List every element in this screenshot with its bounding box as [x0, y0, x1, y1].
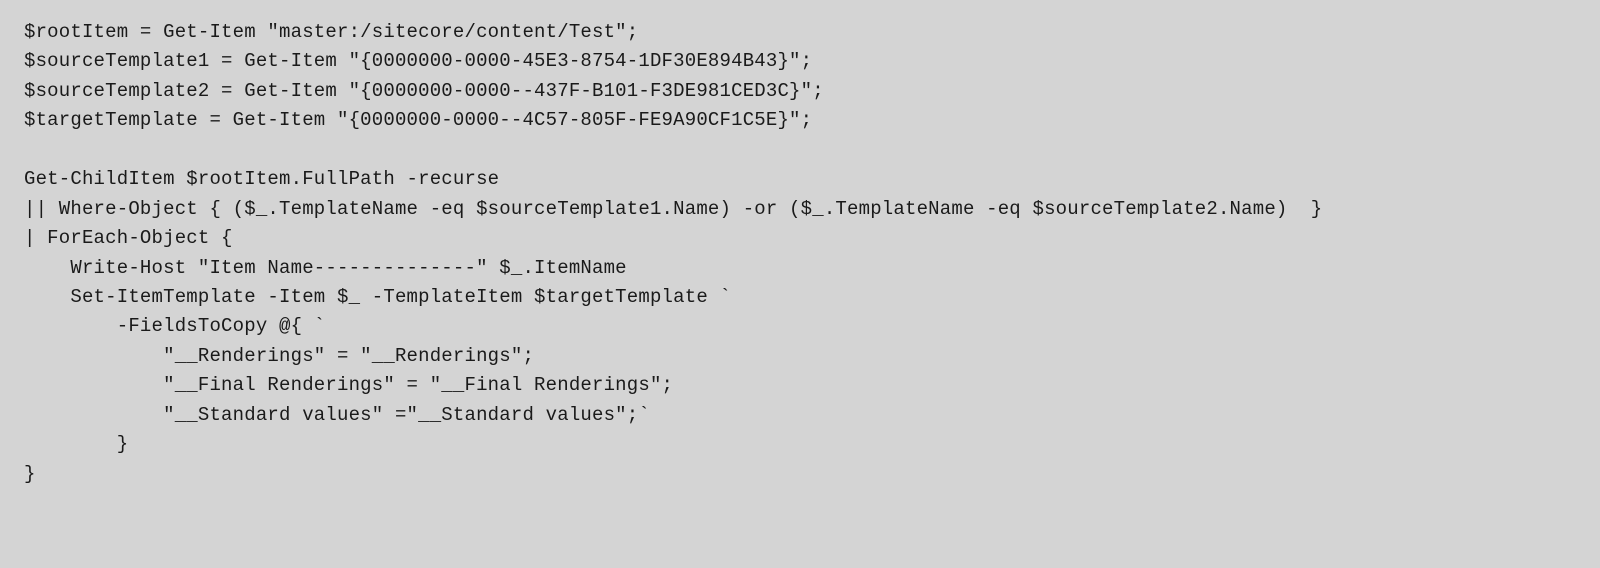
code-line: -FieldsToCopy @{ `	[24, 312, 1576, 341]
code-line: || Where-Object { ($_.TemplateName -eq $…	[24, 195, 1576, 224]
code-line: $rootItem = Get-Item "master:/sitecore/c…	[24, 18, 1576, 47]
code-line: $sourceTemplate1 = Get-Item "{0000000-00…	[24, 47, 1576, 76]
code-line: "__Renderings" = "__Renderings";	[24, 342, 1576, 371]
code-line: $sourceTemplate2 = Get-Item "{0000000-00…	[24, 77, 1576, 106]
code-line: }	[24, 460, 1576, 489]
code-line	[24, 136, 1576, 165]
code-line: | ForEach-Object {	[24, 224, 1576, 253]
code-block: $rootItem = Get-Item "master:/sitecore/c…	[24, 18, 1576, 489]
code-line: Set-ItemTemplate -Item $_ -TemplateItem …	[24, 283, 1576, 312]
code-line: "__Final Renderings" = "__Final Renderin…	[24, 371, 1576, 400]
code-container: $rootItem = Get-Item "master:/sitecore/c…	[0, 0, 1600, 568]
code-line: Get-ChildItem $rootItem.FullPath -recurs…	[24, 165, 1576, 194]
code-line: Write-Host "Item Name--------------" $_.…	[24, 254, 1576, 283]
code-line: $targetTemplate = Get-Item "{0000000-000…	[24, 106, 1576, 135]
code-line: "__Standard values" ="__Standard values"…	[24, 401, 1576, 430]
code-line: }	[24, 430, 1576, 459]
